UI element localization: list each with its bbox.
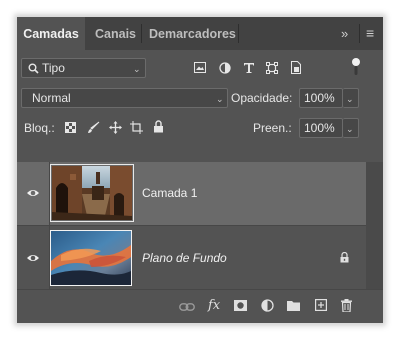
chevron-down-icon: ⌄ [216,94,224,104]
layer-row-camada-1[interactable]: Camada 1 [17,162,366,225]
lock-label: Bloq.: [24,121,55,135]
image-filter-icon[interactable] [194,62,206,73]
filter-toggle-icon[interactable] [351,57,361,77]
tab-demarcadores-label: Demarcadores [149,27,236,41]
opacity-input[interactable]: 100% [299,88,343,108]
tab-canais-label: Canais [95,27,136,41]
layers-list: Camada 1 Plano de Fundo [17,162,383,290]
tab-bar: Camadas Canais Demarcadores » ≡ [17,17,383,50]
group-folder-icon[interactable] [287,300,300,311]
fill-slider-button[interactable]: ⌄ [343,118,359,138]
collapse-panel-icon[interactable]: » [341,17,348,50]
layers-bottom-bar: fx [17,289,383,323]
lock-position-icon[interactable] [109,121,122,134]
tab-separator [238,24,239,43]
layers-panel: Camadas Canais Demarcadores » ≡ Tipo ⌄ N… [17,17,383,323]
adjustment-layer-icon[interactable] [261,299,274,312]
type-filter-icon[interactable] [243,62,255,74]
eye-icon [27,190,39,196]
layer-thumbnail [52,166,132,220]
search-icon [28,63,39,74]
lock-artboard-icon[interactable] [130,121,143,134]
tab-camadas-label: Camadas [23,27,79,41]
tab-canais[interactable]: Canais [95,17,136,50]
blend-mode-select[interactable]: Normal ⌄ [21,88,228,108]
opacity-slider-button[interactable]: ⌄ [343,88,359,108]
panel-menu-icon[interactable]: ≡ [366,17,374,50]
layer-row-plano-de-fundo[interactable]: Plano de Fundo [17,225,366,290]
fill-label: Preen.: [253,121,292,135]
new-layer-icon[interactable] [315,299,327,311]
lock-image-icon[interactable] [87,121,100,134]
tab-separator [359,24,360,43]
chevron-down-icon: ⌄ [346,124,354,134]
layer-name[interactable]: Camada 1 [142,185,197,201]
smart-object-filter-icon[interactable] [290,61,302,74]
tab-separator [141,24,142,43]
filter-kind-label: Tipo [42,61,65,75]
visibility-toggle[interactable] [17,226,49,289]
layer-name[interactable]: Plano de Fundo [142,250,227,266]
opacity-label: Opacidade: [231,91,293,105]
visibility-toggle[interactable] [17,162,49,225]
eye-icon [27,255,39,261]
shape-filter-icon[interactable] [266,62,278,74]
adjustment-filter-icon[interactable] [219,62,231,74]
fill-value: 100% [304,121,335,135]
link-layers-icon[interactable] [179,302,195,312]
lock-all-icon[interactable] [153,120,164,133]
trash-icon[interactable] [341,299,352,312]
fill-input[interactable]: 100% [299,118,343,138]
lock-icon [340,252,349,263]
mask-icon[interactable] [234,300,247,311]
background-thumbnail [51,231,131,285]
opacity-value: 100% [304,91,335,105]
layers-scrollbar[interactable] [366,162,383,289]
blend-mode-value: Normal [32,91,71,105]
fx-icon[interactable]: fx [208,298,220,313]
chevron-down-icon: ⌄ [346,94,354,104]
lock-transparent-icon[interactable] [65,122,76,133]
tab-camadas[interactable]: Camadas [17,17,85,50]
chevron-down-icon: ⌄ [133,64,141,74]
filter-kind-select[interactable]: Tipo ⌄ [21,58,146,78]
tab-demarcadores[interactable]: Demarcadores [149,17,236,50]
